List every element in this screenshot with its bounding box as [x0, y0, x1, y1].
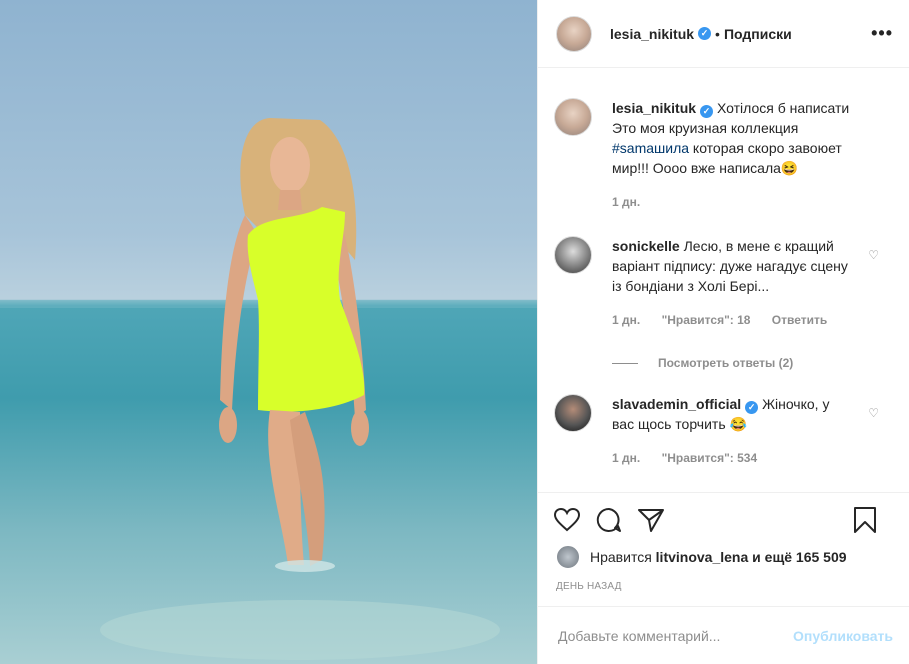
- photo-figure: [0, 118, 537, 660]
- post-panel: lesia_nikituk ✓ • Подписки ••• lesia_nik…: [537, 0, 909, 664]
- post-date[interactable]: ДЕНЬ НАЗАД: [556, 581, 622, 592]
- comment-meta: 1 дн. "Нравится": 534: [612, 448, 852, 468]
- comments-list[interactable]: lesia_nikituk ✓ Хотілося б написати Это м…: [538, 69, 909, 492]
- caption-meta: 1 дн.: [612, 192, 852, 212]
- comment-icon[interactable]: [596, 507, 622, 533]
- verified-icon: ✓: [745, 401, 759, 414]
- author-avatar-small[interactable]: [554, 98, 592, 136]
- publish-button[interactable]: Опубликовать: [793, 628, 893, 644]
- likes-summary: Нравится litvinova_lena и ещё 165 509: [556, 545, 847, 569]
- likes-prefix: Нравится: [590, 549, 652, 565]
- caption: lesia_nikituk ✓ Хотілося б написати Это м…: [554, 98, 893, 212]
- comment-likes[interactable]: "Нравится": 534: [662, 451, 758, 465]
- verified-icon: ✓: [700, 105, 714, 118]
- comment-time[interactable]: 1 дн.: [612, 313, 640, 327]
- caption-time[interactable]: 1 дн.: [612, 195, 640, 209]
- comment-meta: 1 дн. "Нравится": 18 Ответить: [612, 310, 852, 330]
- comment: sonickelle Лесю, в мене є кращий варіант…: [554, 236, 893, 330]
- comment-like-heart-icon[interactable]: ♡: [868, 406, 879, 420]
- comment-time[interactable]: 1 дн.: [612, 451, 640, 465]
- replies-line: [612, 362, 638, 364]
- following-button[interactable]: Подписки: [724, 26, 792, 42]
- comment-username[interactable]: slavademin_official: [612, 396, 741, 412]
- more-icon[interactable]: •••: [871, 23, 893, 44]
- post-header: lesia_nikituk ✓ • Подписки •••: [538, 0, 909, 68]
- comment-input[interactable]: [556, 626, 794, 645]
- author-avatar[interactable]: [556, 15, 592, 52]
- add-comment-bar: Опубликовать: [538, 606, 909, 664]
- comment-username[interactable]: sonickelle: [612, 238, 680, 254]
- commenter-avatar[interactable]: [554, 394, 592, 432]
- bookmark-icon[interactable]: [853, 507, 877, 533]
- view-replies-label[interactable]: Посмотреть ответы (2): [658, 356, 793, 370]
- heart-icon[interactable]: [554, 508, 580, 532]
- author-username[interactable]: lesia_nikituk: [610, 26, 694, 42]
- view-replies[interactable]: Посмотреть ответы (2): [612, 356, 893, 370]
- likes-user[interactable]: litvinova_lena: [656, 549, 749, 565]
- comment-like-heart-icon[interactable]: ♡: [868, 248, 879, 262]
- action-bar: [538, 492, 909, 533]
- caption-hashtag[interactable]: #samaшила: [612, 140, 689, 156]
- verified-icon: ✓: [698, 27, 712, 40]
- caption-username[interactable]: lesia_nikituk: [612, 100, 696, 116]
- share-icon[interactable]: [638, 508, 664, 532]
- comment-likes[interactable]: "Нравится": 18: [662, 313, 751, 327]
- liker-avatar[interactable]: [556, 545, 580, 569]
- likes-count[interactable]: и ещё 165 509: [752, 549, 846, 565]
- comment: slavademin_official ✓ Жіночко, у вас щось…: [554, 394, 893, 468]
- post-photo[interactable]: [0, 0, 537, 664]
- separator-dot: •: [715, 25, 720, 42]
- reply-button[interactable]: Ответить: [772, 313, 827, 327]
- commenter-avatar[interactable]: [554, 236, 592, 274]
